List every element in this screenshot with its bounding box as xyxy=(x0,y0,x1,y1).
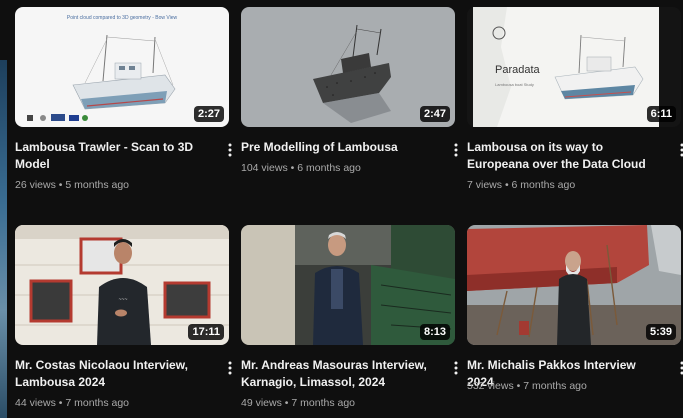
upload-age: 6 months ago xyxy=(297,162,361,174)
svg-text:~~~: ~~~ xyxy=(119,297,128,303)
video-duration: 2:47 xyxy=(419,106,450,122)
meta-separator: • xyxy=(290,162,295,174)
video-meta: 26 views • 5 months ago xyxy=(15,178,215,192)
video-meta: 44 views • 7 months ago xyxy=(15,396,215,410)
video-meta: 104 views • 6 months ago xyxy=(241,161,441,175)
video-duration: 17:11 xyxy=(188,324,224,340)
video-card[interactable]: ~~~ 17:11 Mr. Costas Nicolaou Interview,… xyxy=(15,225,232,415)
video-title[interactable]: Lambousa on its way to Europeana over th… xyxy=(467,139,659,173)
video-card[interactable]: 5:39 Mr. Michalis Pakkos Interview 2024 … xyxy=(467,225,683,415)
video-title[interactable]: Mr. Costas Nicolaou Interview, Lambousa … xyxy=(15,357,207,391)
view-count: 532 views xyxy=(467,380,514,392)
video-thumbnail[interactable]: 8:13 xyxy=(241,225,455,345)
video-meta: 7 views • 6 months ago xyxy=(467,178,667,192)
video-duration: 6:11 xyxy=(646,106,676,122)
video-card[interactable]: Point cloud compared to 3D geometry - Bo… xyxy=(15,7,232,197)
view-count: 7 views xyxy=(467,179,503,191)
thumbnail-heading: Paradata xyxy=(495,64,541,76)
more-vert-icon xyxy=(454,143,458,157)
more-vert-icon xyxy=(228,143,232,157)
more-options-button[interactable] xyxy=(221,359,239,377)
upload-age: 7 months ago xyxy=(65,397,130,409)
meta-separator: • xyxy=(516,380,521,392)
video-meta: 49 views • 7 months ago xyxy=(241,396,441,410)
video-title[interactable]: Pre Modelling of Lambousa xyxy=(241,139,433,156)
video-title[interactable]: Lambousa Trawler - Scan to 3D Model xyxy=(15,139,207,173)
video-duration: 8:13 xyxy=(419,324,450,340)
meta-separator: • xyxy=(58,397,63,409)
meta-separator: • xyxy=(58,179,63,191)
video-title[interactable]: Mr. Andreas Masouras Interview, Karnagio… xyxy=(241,357,433,391)
more-options-button[interactable] xyxy=(447,359,465,377)
upload-age: 6 months ago xyxy=(511,179,576,191)
upload-age: 7 months ago xyxy=(291,397,356,409)
view-count: 26 views xyxy=(15,179,56,191)
video-thumbnail[interactable]: ~~~ 17:11 xyxy=(15,225,229,345)
more-options-button[interactable] xyxy=(673,359,683,377)
video-card[interactable]: 8:13 Mr. Andreas Masouras Interview, Kar… xyxy=(241,225,458,415)
side-image-strip xyxy=(0,60,7,418)
more-options-button[interactable] xyxy=(673,141,683,159)
more-options-button[interactable] xyxy=(447,141,465,159)
thumbnail-caption: Point cloud compared to 3D geometry - Bo… xyxy=(67,15,178,21)
upload-age: 5 months ago xyxy=(65,179,130,191)
view-count: 49 views xyxy=(241,397,282,409)
more-vert-icon xyxy=(228,361,232,375)
video-thumbnail[interactable]: 5:39 xyxy=(467,225,681,345)
video-thumbnail[interactable]: 2:47 xyxy=(241,7,455,127)
video-meta: 532 views • 7 months ago xyxy=(467,379,667,393)
video-thumbnail[interactable]: Paradata Lambousa boat Study 6:11 xyxy=(467,7,681,127)
view-count: 104 views xyxy=(241,162,288,174)
video-card[interactable]: 2:47 Pre Modelling of Lambousa 104 views… xyxy=(241,7,458,197)
view-count: 44 views xyxy=(15,397,56,409)
thumbnail-subheading: Lambousa boat Study xyxy=(495,82,534,87)
video-duration: 5:39 xyxy=(645,324,676,340)
upload-age: 7 months ago xyxy=(523,380,587,392)
meta-separator: • xyxy=(284,397,289,409)
more-vert-icon xyxy=(454,361,458,375)
video-grid-page: Point cloud compared to 3D geometry - Bo… xyxy=(0,0,683,418)
meta-separator: • xyxy=(504,179,509,191)
video-duration: 2:27 xyxy=(193,106,224,122)
more-options-button[interactable] xyxy=(221,141,239,159)
video-card[interactable]: Paradata Lambousa boat Study 6:11 Lambou… xyxy=(467,7,683,197)
video-thumbnail[interactable]: Point cloud compared to 3D geometry - Bo… xyxy=(15,7,229,127)
